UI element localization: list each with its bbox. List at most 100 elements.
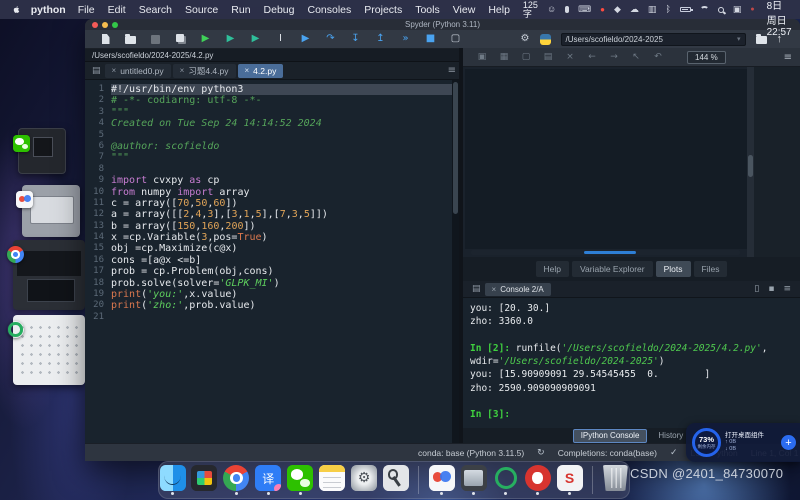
stage-thumbnail-ring[interactable] <box>13 315 85 385</box>
new-file-button[interactable] <box>93 32 118 47</box>
dock-item-drawio[interactable] <box>428 465 455 495</box>
shapes-icon[interactable]: ◆ <box>614 5 621 14</box>
run-cell-advance-button[interactable]: ▶ <box>243 32 268 47</box>
next-plot-icon[interactable]: → <box>603 52 625 62</box>
console-browse-tabs-icon[interactable]: ▤ <box>472 284 481 294</box>
editor-scrollbar[interactable] <box>452 80 459 443</box>
run-file-button[interactable]: ▶ <box>193 32 218 47</box>
save-plot-icon[interactable]: ▣ <box>471 52 493 62</box>
plots-horizontal-scrollbar[interactable] <box>471 250 740 255</box>
plots-zoom-level[interactable]: 144 % <box>687 51 726 64</box>
stage-thumbnail-drawio[interactable] <box>22 185 80 237</box>
menu-item-file[interactable]: File <box>78 4 95 16</box>
dock-item-notes[interactable] <box>319 465 346 495</box>
browse-tabs-icon[interactable]: ▤ <box>92 66 101 76</box>
smiley-icon[interactable]: ☺ <box>547 5 556 14</box>
menu-item-source[interactable]: Source <box>185 4 218 16</box>
pane-tab-files[interactable]: Files <box>694 261 728 277</box>
dock-item-ring[interactable] <box>492 465 519 495</box>
active-app-name[interactable]: python <box>31 4 66 16</box>
step-return-button[interactable]: ↥ <box>368 32 393 47</box>
input-method-badge[interactable]: 125字 <box>523 1 538 19</box>
bottom-tab-history[interactable]: History <box>651 430 690 442</box>
debug-file-button[interactable]: ▶ <box>293 32 318 47</box>
console-env-icon[interactable]: ▪ <box>768 284 774 294</box>
mic-icon[interactable] <box>565 6 569 13</box>
step-over-button[interactable]: ↷ <box>318 32 343 47</box>
keyboard-icon[interactable]: ⌨ <box>578 5 591 14</box>
apple-logo-icon[interactable] <box>12 4 21 15</box>
bottom-tab-ipython-console[interactable]: IPython Console <box>573 429 648 443</box>
bluetooth-icon[interactable]: ᛒ <box>665 5 670 14</box>
debug-continue-button[interactable]: » <box>393 32 418 47</box>
menu-item-view[interactable]: View <box>453 4 476 16</box>
close-all-plots-icon[interactable]: × <box>559 52 581 62</box>
run-selection-button[interactable]: I <box>268 32 293 47</box>
undo-view-icon[interactable]: ↶ <box>647 52 669 62</box>
record-icon[interactable]: ● <box>600 6 605 14</box>
dock-item-settings[interactable] <box>351 465 378 495</box>
dock-item-trash[interactable] <box>602 465 629 495</box>
dock-item-finder[interactable] <box>159 465 186 495</box>
pane-tab-help[interactable]: Help <box>536 261 569 277</box>
plots-vertical-scrollbar[interactable] <box>747 67 754 257</box>
menu-item-debug[interactable]: Debug <box>264 4 295 16</box>
open-file-button[interactable] <box>118 32 143 47</box>
maximize-pane-button[interactable]: ▢ <box>443 32 468 47</box>
menu-item-search[interactable]: Search <box>139 4 172 16</box>
sidebar-icon[interactable]: ▥ <box>648 5 657 14</box>
pane-tab-plots[interactable]: Plots <box>656 261 691 277</box>
editor-options-menu-icon[interactable]: ≡ <box>448 65 456 76</box>
stop-debug-button[interactable]: ■ <box>418 32 443 47</box>
cloud-icon[interactable]: ☁ <box>630 5 639 14</box>
plots-options-menu-icon[interactable]: ≡ <box>784 52 792 63</box>
console-inspect-icon[interactable]: ▯ <box>754 284 759 294</box>
save-file-button[interactable] <box>143 32 168 47</box>
widget-add-button[interactable]: + <box>781 435 796 450</box>
editor-tab-习题4.4.py[interactable]: ×习题4.4.py <box>173 64 236 78</box>
menu-item-help[interactable]: Help <box>488 4 510 16</box>
console-options-menu-icon[interactable]: ≡ <box>783 284 791 294</box>
menu-item-run[interactable]: Run <box>231 4 250 16</box>
previous-plot-icon[interactable]: ← <box>581 52 603 62</box>
console-output[interactable]: you: [20. 30.]zho: 3360.0 In [2]: runfil… <box>463 298 796 428</box>
menu-item-projects[interactable]: Projects <box>364 4 402 16</box>
close-tab-icon[interactable]: × <box>245 66 250 75</box>
dock-item-s-map[interactable] <box>556 465 583 495</box>
stage-thumbnail-chrome[interactable] <box>13 240 85 310</box>
editor-tab-untitled0.py[interactable]: ×untitled0.py <box>105 64 171 78</box>
dock-item-wechat[interactable] <box>287 465 314 495</box>
close-tab-icon[interactable]: × <box>112 66 117 75</box>
close-console-icon[interactable]: × <box>492 285 497 294</box>
plots-thumbnail-strip[interactable] <box>754 67 800 257</box>
menu-item-tools[interactable]: Tools <box>415 4 440 16</box>
code-editor[interactable]: 1#!/usr/bin/env python32# -*- codiarng: … <box>85 80 452 443</box>
dock-item-preview[interactable] <box>460 465 487 495</box>
remove-plot-icon[interactable]: ▤ <box>537 52 559 62</box>
dock-item-apple-red[interactable] <box>524 465 551 495</box>
close-tab-icon[interactable]: × <box>180 66 185 75</box>
status-dot-icon[interactable]: ● <box>750 6 754 13</box>
step-into-button[interactable]: ↧ <box>343 32 368 47</box>
pane-tab-variable-explorer[interactable]: Variable Explorer <box>572 261 653 277</box>
wifi-icon[interactable] <box>700 6 709 13</box>
menu-item-consoles[interactable]: Consoles <box>308 4 352 16</box>
zoom-fit-icon[interactable]: ↖ <box>625 52 647 62</box>
running-indicator <box>504 492 507 495</box>
console-tab[interactable]: × Console 2/A <box>485 283 551 296</box>
save-all-plots-icon[interactable]: ▦ <box>493 52 515 62</box>
dock-item-launchpad[interactable] <box>191 465 218 495</box>
dock-item-translate[interactable] <box>255 465 282 495</box>
menu-bar-clock[interactable]: 12月8日 周日 22:57 <box>767 0 792 38</box>
dock-item-chrome[interactable] <box>223 465 250 495</box>
save-all-button[interactable] <box>168 32 193 47</box>
search-icon[interactable] <box>718 7 724 13</box>
dock-item-keychain[interactable] <box>383 465 410 495</box>
stage-thumbnail-wechat[interactable] <box>18 128 66 174</box>
display-icon[interactable]: ▣ <box>733 5 742 14</box>
menu-item-edit[interactable]: Edit <box>108 4 126 16</box>
run-cell-button[interactable]: ▶ <box>218 32 243 47</box>
battery-icon[interactable] <box>680 7 691 12</box>
editor-tab-4.2.py[interactable]: ×4.2.py <box>238 64 284 78</box>
copy-plot-icon[interactable]: ▢ <box>515 52 537 62</box>
